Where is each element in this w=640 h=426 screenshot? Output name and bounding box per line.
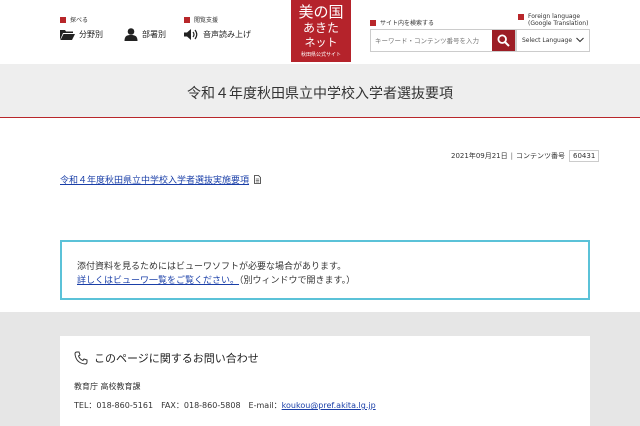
meta-separator: | xyxy=(510,152,513,160)
search-input[interactable] xyxy=(371,30,492,51)
person-icon xyxy=(124,28,138,41)
content-number-label: コンテンツ番号 xyxy=(516,152,565,160)
speaker-icon xyxy=(184,29,198,40)
assist-caption: 閲覧支援 xyxy=(184,15,218,24)
document-link[interactable]: 令和４年度秋田県立中学校入学者選抜実施要項 xyxy=(60,173,261,186)
lang-caption-1: Foreign language xyxy=(518,13,580,20)
caption-marker-icon xyxy=(60,16,66,23)
chevron-down-icon xyxy=(576,37,584,43)
content-number: 60431 xyxy=(569,150,600,162)
viewer-list-link[interactable]: 詳しくはビューワ一覧をご覧ください。 xyxy=(77,276,239,286)
language-select[interactable]: Select Language xyxy=(516,29,590,52)
viewer-notice: 添付資料を見るためにはビューワソフトが必要な場合があります。 詳しくはビューワ一… xyxy=(60,240,590,300)
by-field-link[interactable]: 分野別 xyxy=(60,29,103,40)
browse-caption: 探べる xyxy=(60,15,88,24)
caption-marker-icon xyxy=(518,13,524,20)
by-department-link[interactable]: 部署別 xyxy=(124,28,166,41)
contact-org: 教育庁 高校教育課 xyxy=(74,382,141,391)
search-icon xyxy=(497,34,510,47)
contact-tel-fax: TEL：018-860-5161 FAX：018-860-5808 E-mail… xyxy=(74,401,282,410)
logo-line-1: 美の国 xyxy=(298,3,344,21)
document-icon xyxy=(254,175,261,184)
contact-details: TEL：018-860-5161 FAX：018-860-5808 E-mail… xyxy=(74,400,376,411)
logo-line-2: あきた xyxy=(302,21,339,35)
notice-suffix: （別ウィンドウで開きます。） xyxy=(239,276,356,286)
search-button[interactable] xyxy=(492,30,515,51)
read-aloud-link[interactable]: 音声読み上げ xyxy=(184,29,251,40)
lang-caption-2: (Google Translation) xyxy=(528,20,589,27)
site-header: 探べる 閲覧支援 分野別 部署別 音声読み上げ 美の国 あきた ネット 秋田県公… xyxy=(0,0,640,64)
page-title: 令和４年度秋田県立中学校入学者選抜要項 xyxy=(187,86,453,102)
publish-date: 2021年09月21日 xyxy=(451,152,508,160)
folder-icon xyxy=(60,30,75,40)
title-band: 令和４年度秋田県立中学校入学者選抜要項 xyxy=(0,64,640,118)
logo-line-3: ネット xyxy=(304,36,338,49)
contact-box: このページに関するお問い合わせ 教育庁 高校教育課 TEL：018-860-51… xyxy=(60,336,590,426)
caption-marker-icon xyxy=(370,19,376,26)
caption-marker-icon xyxy=(184,16,190,23)
site-logo[interactable]: 美の国 あきた ネット 秋田県公式サイト xyxy=(291,0,351,62)
search-box xyxy=(370,29,516,52)
notice-line-2: 詳しくはビューワ一覧をご覧ください。（別ウィンドウで開きます。） xyxy=(77,273,355,286)
page-meta: 2021年09月21日 | コンテンツ番号 60431 xyxy=(451,150,600,162)
notice-text: 添付資料を見るためにはビューワソフトが必要な場合があります。 xyxy=(77,262,347,272)
logo-line-4: 秋田県公式サイト xyxy=(300,52,341,58)
search-caption: サイト内を検索する xyxy=(370,18,434,27)
contact-title: このページに関するお問い合わせ xyxy=(74,350,259,366)
phone-icon xyxy=(74,351,88,365)
contact-email-link[interactable]: koukou@pref.akita.lg.jp xyxy=(282,401,376,410)
